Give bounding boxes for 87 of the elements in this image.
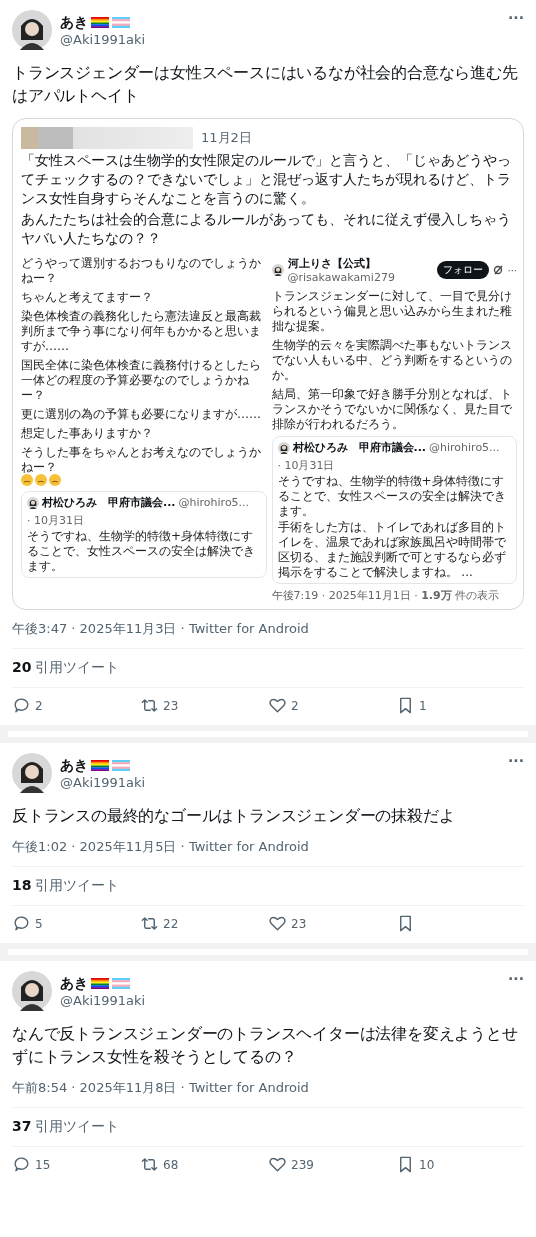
avatar[interactable] [12, 971, 52, 1011]
action-count: 2 [35, 698, 43, 713]
author-handle[interactable]: @Aki1991aki [60, 31, 501, 47]
author-name: 河上りさ【公式】 [287, 256, 377, 271]
tweet-text: 反トランスの最終的なゴールはトランスジェンダーの抹殺だよ [12, 806, 456, 827]
post-text: どうやって選別するおつもりなのでしょうかねー？ [21, 256, 262, 286]
author-handle[interactable]: @Aki1991aki [60, 992, 501, 1008]
post-text: 生物学的云々を実際調べた事もないトランスでない人もいる中、どう判断をするというのか。 [271, 338, 513, 383]
quote-count[interactable]: 37 [12, 1118, 32, 1134]
tweet-text: トランスジェンダーは女性スペースにはいるなが社会的合意なら進む先はアパルトヘイト [12, 63, 519, 107]
avatar[interactable] [12, 753, 52, 793]
emoji-icon [35, 474, 47, 486]
reply-icon[interactable] [12, 696, 31, 715]
transgender-flag-icon [112, 978, 130, 989]
quote-card[interactable] [12, 118, 524, 610]
tweet-meta: 午後1:02 · 2025年11月5日 · Twitter for Android [12, 838, 524, 867]
author-handle[interactable]: @Aki1991aki [60, 774, 501, 790]
author-name[interactable]: あき [60, 974, 88, 993]
action-count: 2 [291, 698, 299, 713]
quote-text: あんたたちは社会的合意によるルールがあっても、それに従えず侵入しちゃうヤバい人たちなの？？ [21, 210, 512, 248]
action-count: 1 [419, 698, 427, 713]
retweet-icon[interactable] [140, 1155, 159, 1174]
retweet-icon[interactable] [140, 696, 159, 715]
post-text: トランスジェンダーに対して、一目で見分けられるという偏見と思い込みから生まれた稚拙な提案。 [271, 289, 513, 334]
post-text: そうですね、生物学的特徴+身体特徴にすることで、女性スペースの安全は解決できます。 [27, 529, 256, 574]
author-handle: @hirohiro5... [178, 496, 250, 509]
action-count: 68 [163, 1157, 179, 1172]
author-name[interactable]: あき [60, 756, 88, 775]
rainbow-flag-icon [91, 760, 109, 771]
more-button[interactable]: ··· [508, 753, 524, 769]
quote-count[interactable]: 20 [12, 659, 32, 675]
quote-label[interactable]: 引用ツイート [35, 877, 120, 893]
author-name[interactable]: あき [60, 13, 88, 32]
action-count: 23 [163, 698, 179, 713]
post-text: ちゃんと考えてますー？ [21, 290, 154, 305]
transgender-flag-icon [112, 17, 130, 28]
post-text: 染色体検査の義務化したら憲法違反と最高裁判所まで争う事になり何年もかかると思いますが…… [21, 309, 262, 354]
more-button[interactable]: ··· [508, 10, 524, 26]
reply-icon[interactable] [12, 1155, 31, 1174]
tweet-meta: 午後3:47 · 2025年11月3日 · Twitter for Android [12, 620, 524, 649]
post-text: 国民全体に染色体検査に義務付けるとしたら一体どの程度の予算必要なのでしょうかねー？ [21, 358, 262, 403]
emoji-icon [49, 474, 61, 486]
post-text: 想定した事ありますか？ [21, 426, 154, 441]
heart-icon[interactable] [268, 696, 287, 715]
action-count: 5 [35, 916, 43, 931]
action-count: 22 [163, 916, 179, 931]
avatar[interactable] [271, 264, 284, 276]
tweet-text: なんで反トランスジェンダーのトランスヘイターは法律を変えようとせずにトランス女性を殺そうとしてるの？ [12, 1024, 519, 1068]
post-date: · 10月31日 [277, 458, 335, 473]
reply-icon[interactable] [12, 914, 31, 933]
avatar[interactable] [27, 496, 39, 509]
author-name: 村松ひろみ 甲府市議会... [42, 495, 176, 510]
tweet-meta: 午前8:54 · 2025年11月8日 · Twitter for Android [12, 1079, 524, 1108]
avatar[interactable] [277, 441, 290, 454]
transgender-flag-icon [112, 760, 130, 771]
author-handle: @hirohiro5... [429, 441, 500, 454]
quoted-post[interactable]: 村松ひろみ 甲府市議会... @hirohiro5... · 10月31日 そうですね、生物学的特徴+身体特徴にすることで、女性スペースの安全は解決できます。 手術をした方は、トイレであれば多目的トイレを、温泉であれば家族風呂や時間帯で区切る、また施設判断で可とするなら必ず掲示をすることで解決しますね。 ... [271, 436, 517, 584]
more-button[interactable]: ··· [508, 971, 524, 987]
rainbow-flag-icon [91, 17, 109, 28]
action-count: 10 [419, 1157, 435, 1172]
post-text: 手術をした方は、トイレであれば多目的トイレを、温泉であれば家族風呂や時間帯で区切る、また施設判断で可とするなら必ず掲示をすることで解決しますね。 ... [277, 520, 507, 580]
author-name: 村松ひろみ 甲府市議会... [292, 440, 427, 455]
quote-text: 「女性スペースは生物学的女性限定のルールで」と言うと、「じゃあどうやってチェックするの？できないでしょ」と混ぜっ返す人たちが現れるけど、トランス女性自身すらそんなことを言うのに驚く。 [21, 151, 512, 208]
post-text: 更に選別の為の予算も必要になりますが…… [21, 407, 262, 422]
quote-count[interactable]: 18 [12, 877, 32, 893]
post-text: そうですね、生物学的特徴+身体特徴にすることで、女性スペースの安全は解決できます。 [277, 474, 507, 519]
action-count: 15 [35, 1157, 51, 1172]
retweet-icon[interactable] [140, 914, 159, 933]
action-count: 23 [291, 916, 307, 931]
post-date: · 10月31日 [27, 513, 84, 528]
quote-label[interactable]: 引用ツイート [35, 659, 120, 675]
action-count: 239 [291, 1157, 314, 1172]
post-text: そうした事をちゃんとお考えなのでしょうかねー？ [21, 445, 262, 475]
quoted-post[interactable]: 村松ひろみ 甲府市議会... @hirohiro5... · 10月31日 そうですね、生物学的特徴+身体特徴にすることで、女性スペースの安全は解決できます。 [21, 491, 267, 578]
slashed-circle-icon[interactable] [493, 265, 504, 275]
rainbow-flag-icon [91, 978, 109, 989]
author-handle: @risakawakami279 [287, 271, 396, 284]
emoji-icon [21, 474, 33, 486]
quote-label[interactable]: 引用ツイート [35, 1118, 120, 1134]
post-meta: 午後7:19 · 2025年11月1日 · 1.9万 件の表示 [271, 588, 501, 603]
follow-button[interactable]: フォロー [437, 261, 490, 279]
heart-icon[interactable] [268, 1155, 287, 1174]
more-button[interactable]: ··· [507, 264, 517, 276]
post-date: 11月2日 [201, 129, 252, 147]
avatar[interactable] [12, 10, 52, 50]
post-text: 結局、第一印象で好き勝手分別となれば、トランスかそうでないかに関係なく、見た目で排除が行われるだろう。 [271, 387, 513, 432]
heart-icon[interactable] [268, 914, 287, 933]
